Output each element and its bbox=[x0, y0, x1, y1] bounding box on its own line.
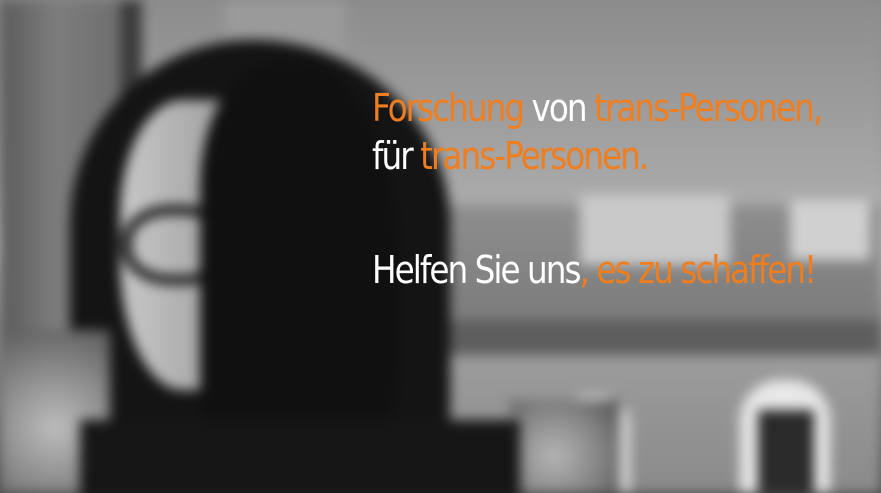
building-window-opening bbox=[758, 410, 814, 493]
headline-call-to-action-white: Helfen Sie uns bbox=[372, 248, 582, 292]
coat bbox=[80, 420, 520, 493]
fur-collar bbox=[510, 400, 620, 493]
hero-banner: Forschung von trans-Personen, für trans-… bbox=[0, 0, 881, 493]
headline-line-3: Helfen Sie uns, es zu schaffen! bbox=[372, 246, 817, 294]
headline-word-von: von bbox=[523, 86, 595, 130]
roof bbox=[430, 320, 881, 360]
headline-word-fuer: für bbox=[372, 134, 421, 178]
headline-line-2: für trans-Personen. bbox=[372, 132, 806, 180]
headline-word-trans-personen-2: trans-Personen. bbox=[420, 134, 649, 178]
headline-spacer bbox=[372, 180, 806, 246]
headline-call-to-action-orange: , es zu schaffen! bbox=[579, 248, 818, 292]
headline-word-forschung: Forschung bbox=[372, 86, 525, 130]
headline-word-trans-personen: trans-Personen, bbox=[594, 86, 823, 130]
headline-line-1: Forschung von trans-Personen, bbox=[372, 84, 823, 132]
person-hair-front bbox=[200, 60, 400, 480]
headline: Forschung von trans-Personen, für trans-… bbox=[372, 84, 823, 294]
